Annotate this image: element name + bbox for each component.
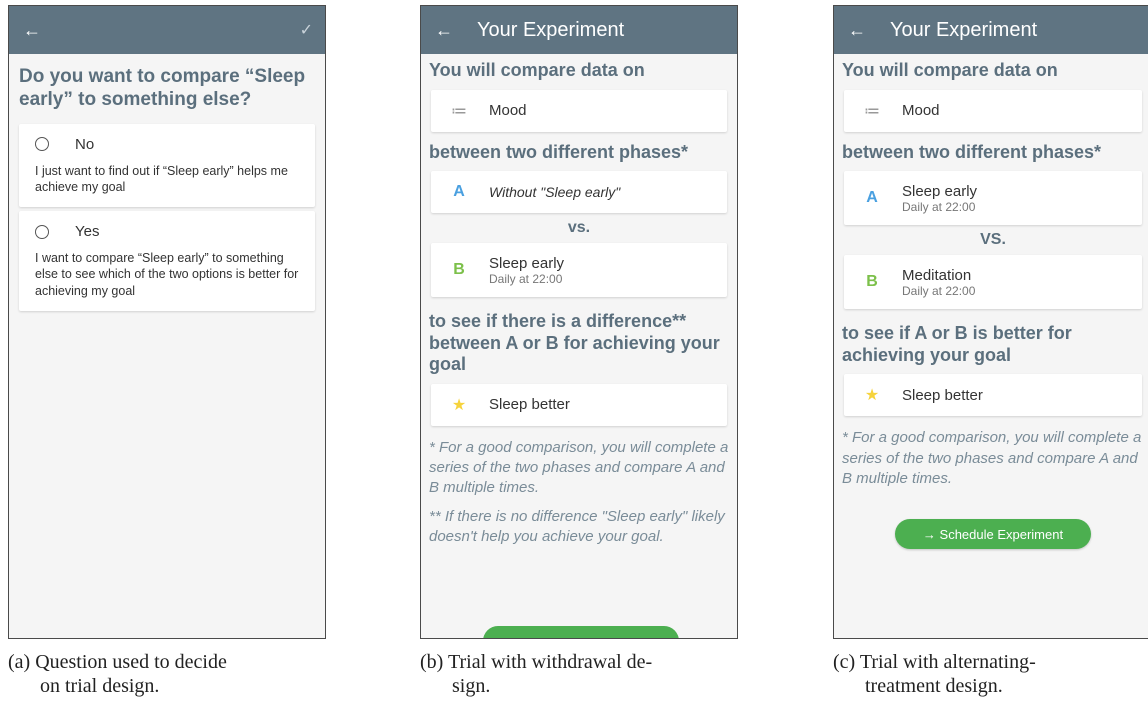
star-icon: ★ bbox=[864, 387, 880, 405]
measure-label: Mood bbox=[489, 102, 527, 120]
goal-card[interactable]: ★ Sleep better bbox=[431, 383, 727, 426]
goal-label: Sleep better bbox=[902, 386, 983, 404]
option-yes-description: I want to compare “Sleep early” to somet… bbox=[35, 251, 299, 298]
phases-heading: between two different phases* bbox=[842, 141, 1102, 162]
vs-label: VS. bbox=[980, 231, 1006, 249]
radio-yes[interactable] bbox=[35, 224, 49, 239]
phase-b-name: Sleep early bbox=[489, 254, 565, 272]
measure-label: Mood bbox=[902, 102, 940, 120]
phase-b-schedule: Daily at 22:00 bbox=[489, 271, 563, 286]
app-bar: ← Your Experiment bbox=[421, 6, 737, 54]
caption-a: (a) Question used to decide on trial des… bbox=[8, 650, 348, 698]
app-bar-title: Your Experiment bbox=[477, 18, 625, 41]
caption-a-line2: on trial design. bbox=[40, 675, 160, 697]
option-yes-label: Yes bbox=[75, 223, 100, 241]
caption-a-line1: (a) Question used to decide bbox=[8, 651, 227, 673]
phone-screen-c: ← Your Experiment You will compare data … bbox=[833, 5, 1148, 639]
star-icon: ★ bbox=[451, 396, 467, 414]
caption-b-line1: (b) Trial with withdrawal de- bbox=[420, 651, 653, 673]
back-arrow-icon[interactable]: ← bbox=[23, 20, 53, 41]
question-title: Do you want to compare “Sleep early” to … bbox=[19, 66, 306, 110]
app-bar-title: Your Experiment bbox=[890, 18, 1038, 41]
phase-b-letter: B bbox=[866, 273, 878, 291]
phase-a-card[interactable]: A Sleep early Daily at 22:00 bbox=[844, 171, 1142, 226]
app-bar: ← ✓ bbox=[9, 6, 325, 54]
radio-no[interactable] bbox=[35, 137, 49, 152]
goal-label: Sleep better bbox=[489, 396, 570, 414]
measure-card[interactable]: ≔ Mood bbox=[431, 89, 727, 132]
phase-a-name: Sleep early bbox=[902, 182, 978, 200]
phase-b-schedule: Daily at 22:00 bbox=[902, 283, 976, 298]
check-icon[interactable]: ✓ bbox=[300, 20, 313, 40]
back-arrow-icon[interactable]: ← bbox=[848, 20, 878, 41]
phase-a-letter: A bbox=[866, 189, 878, 207]
schedule-experiment-button[interactable]: → Schedule Experiment bbox=[895, 519, 1091, 550]
phase-a-card[interactable]: A Without "Sleep early" bbox=[431, 171, 727, 214]
phase-b-card[interactable]: B Sleep early Daily at 22:00 bbox=[431, 243, 727, 298]
list-icon: ≔ bbox=[864, 102, 880, 120]
phase-a-name: Without "Sleep early" bbox=[489, 184, 621, 201]
option-yes[interactable]: Yes I want to compare “Sleep early” to s… bbox=[19, 211, 315, 311]
phase-b-card[interactable]: B Meditation Daily at 22:00 bbox=[844, 255, 1142, 310]
app-bar: ← Your Experiment bbox=[834, 6, 1148, 54]
back-arrow-icon[interactable]: ← bbox=[435, 20, 465, 41]
phone-screen-a: ← ✓ Do you want to compare “Sleep early”… bbox=[8, 5, 326, 639]
phase-b-letter: B bbox=[453, 261, 465, 279]
note-2: ** If there is no difference "Sleep earl… bbox=[429, 507, 725, 545]
option-no-label: No bbox=[75, 135, 95, 153]
measure-card[interactable]: ≔ Mood bbox=[844, 89, 1142, 132]
phase-a-letter: A bbox=[453, 183, 465, 201]
compare-heading: You will compare data on bbox=[842, 60, 1058, 80]
caption-b-line2: sign. bbox=[452, 675, 491, 697]
note-1: * For a good comparison, you will comple… bbox=[842, 429, 1142, 487]
phase-b-name: Meditation bbox=[902, 266, 972, 284]
phase-a-schedule: Daily at 22:00 bbox=[902, 199, 976, 214]
list-icon: ≔ bbox=[451, 102, 467, 120]
note-1: * For a good comparison, you will comple… bbox=[429, 438, 729, 497]
caption-b: (b) Trial with withdrawal de- sign. bbox=[420, 650, 760, 698]
compare-heading: You will compare data on bbox=[429, 60, 645, 80]
goal-card[interactable]: ★ Sleep better bbox=[844, 374, 1142, 417]
caption-c: (c) Trial with alternating- treatment de… bbox=[833, 650, 1148, 698]
phone-screen-b: ← Your Experiment You will compare data … bbox=[420, 5, 738, 639]
vs-label: vs. bbox=[567, 219, 591, 237]
schedule-button-partial[interactable] bbox=[483, 626, 679, 638]
option-no-description: I just want to find out if “Sleep early”… bbox=[35, 163, 288, 194]
caption-c-line1: (c) Trial with alternating- bbox=[833, 651, 1036, 673]
goal-heading: to see if there is a difference** betwee… bbox=[429, 311, 720, 375]
phases-heading: between two different phases* bbox=[429, 141, 689, 162]
option-no[interactable]: No I just want to find out if “Sleep ear… bbox=[19, 123, 315, 208]
caption-c-line2: treatment design. bbox=[865, 675, 1003, 697]
goal-heading: to see if A or B is better for achieving… bbox=[842, 323, 1072, 365]
